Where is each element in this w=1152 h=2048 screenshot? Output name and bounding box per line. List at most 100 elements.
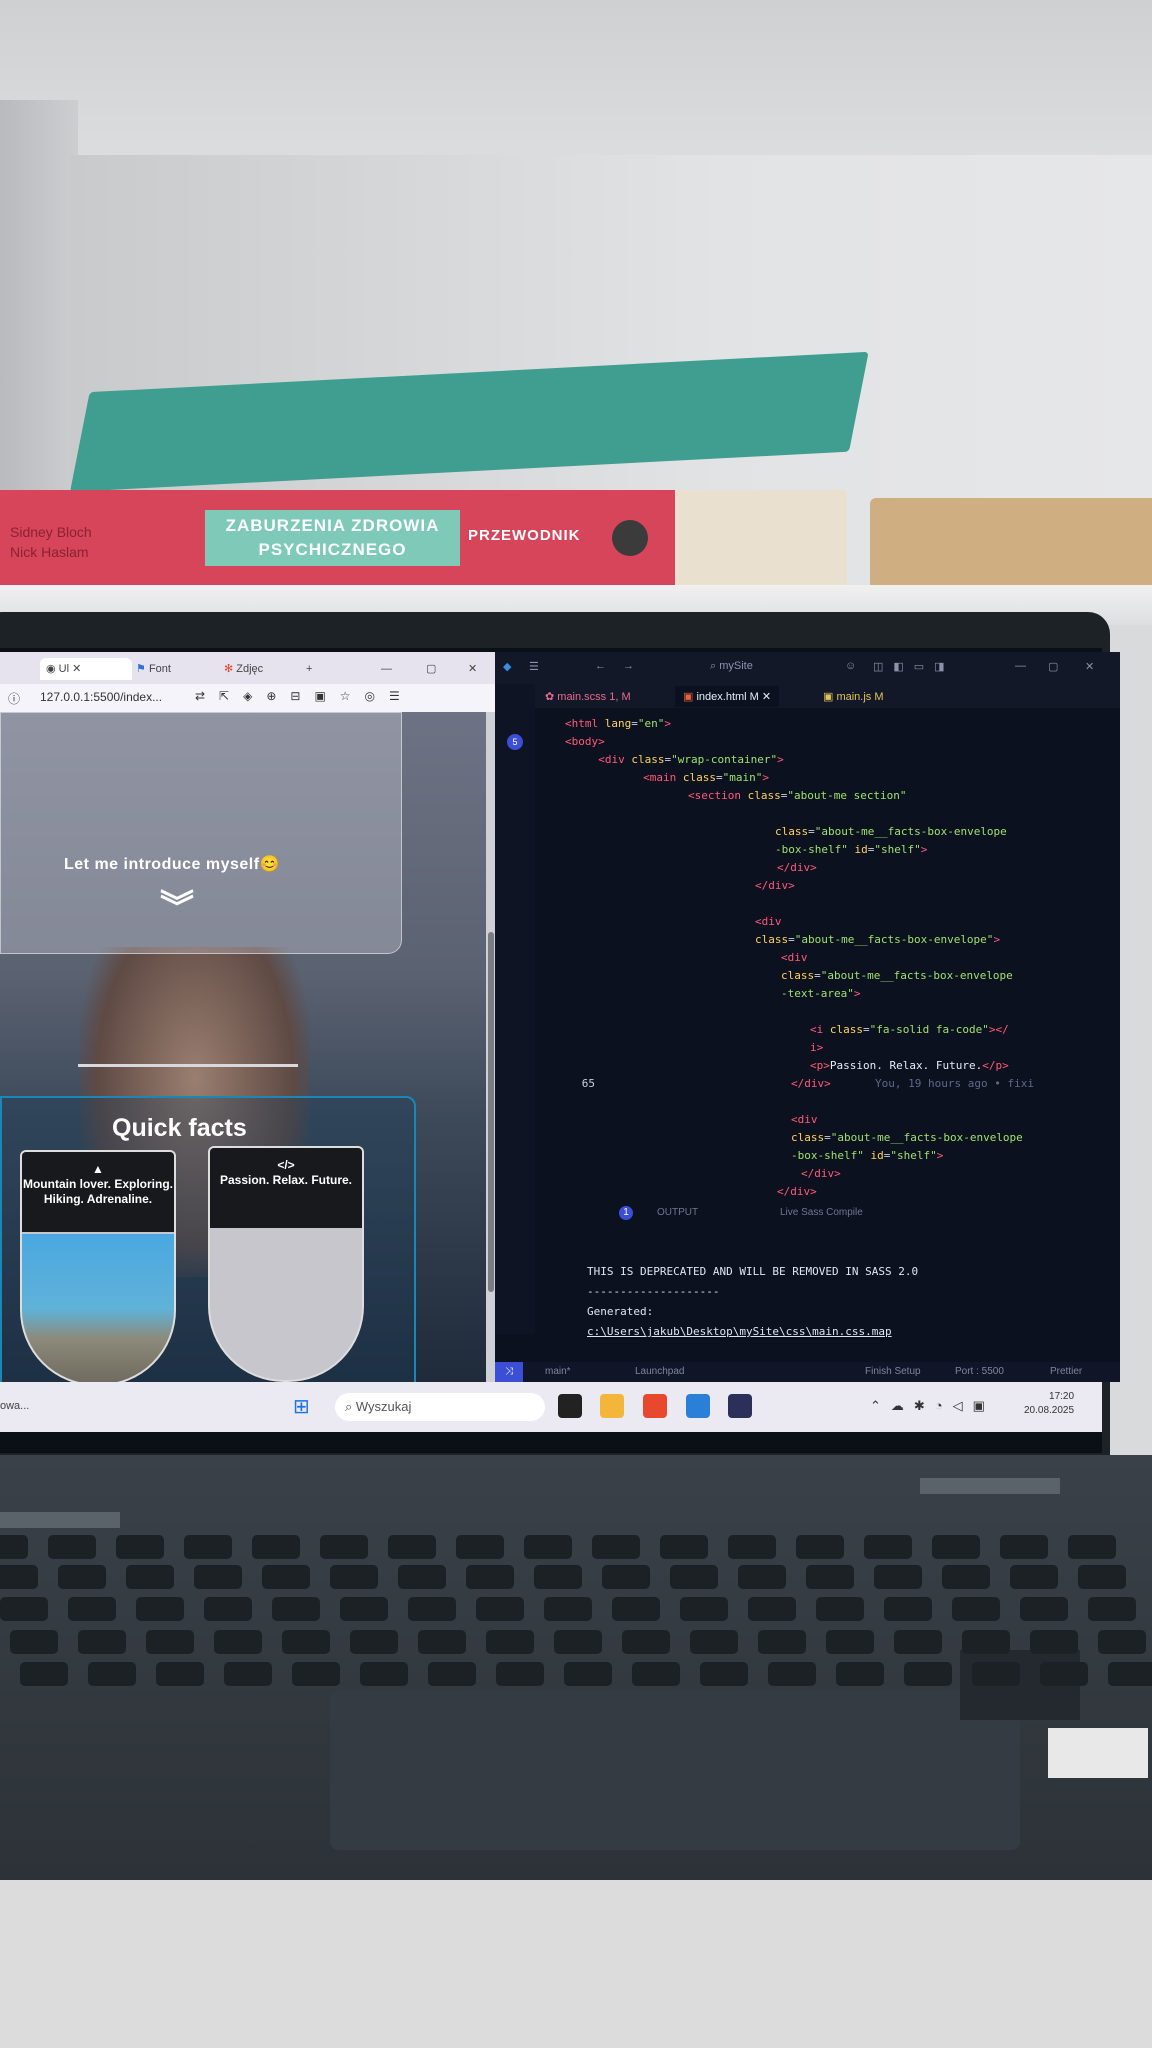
keyboard-key[interactable] bbox=[1068, 1535, 1116, 1559]
keyboard-key[interactable] bbox=[660, 1535, 708, 1559]
remote-icon[interactable]: ⤨ bbox=[495, 1362, 523, 1382]
keyboard-key[interactable] bbox=[214, 1630, 262, 1654]
minimize-button[interactable]: — bbox=[1015, 660, 1026, 672]
site-info-icon[interactable]: ⓘ bbox=[8, 690, 20, 707]
back-icon[interactable]: ← bbox=[595, 660, 606, 672]
keyboard-key[interactable] bbox=[826, 1630, 874, 1654]
keyboard-key[interactable] bbox=[262, 1565, 310, 1589]
keyboard-key[interactable] bbox=[1030, 1630, 1078, 1654]
keyboard-key[interactable] bbox=[418, 1630, 466, 1654]
live-server-port[interactable]: Port : 5500 bbox=[955, 1366, 1004, 1377]
brave-browser-icon[interactable] bbox=[643, 1394, 667, 1418]
launchpad-status[interactable]: Launchpad bbox=[635, 1366, 685, 1377]
keyboard-key[interactable] bbox=[1040, 1662, 1088, 1686]
keyboard-key[interactable] bbox=[204, 1597, 252, 1621]
keyboard-key[interactable] bbox=[894, 1630, 942, 1654]
keyboard-key[interactable] bbox=[156, 1662, 204, 1686]
keyboard-key[interactable] bbox=[0, 1565, 38, 1589]
keyboard-key[interactable] bbox=[1108, 1662, 1152, 1686]
menu-icon[interactable]: ☰ bbox=[529, 660, 539, 673]
editor-tab-js[interactable]: ▣ main.js M bbox=[823, 690, 884, 703]
keyboard-key[interactable] bbox=[738, 1565, 786, 1589]
keyboard-key[interactable] bbox=[282, 1630, 330, 1654]
keyboard-key[interactable] bbox=[874, 1565, 922, 1589]
keyboard-key[interactable] bbox=[758, 1630, 806, 1654]
scrollbar-thumb[interactable] bbox=[488, 932, 494, 1292]
keyboard-key[interactable] bbox=[10, 1630, 58, 1654]
keyboard-key[interactable] bbox=[554, 1630, 602, 1654]
code-editor[interactable]: <html lang="en"> <body> <div class="wrap-… bbox=[555, 712, 1085, 1232]
keyboard-key[interactable] bbox=[398, 1565, 446, 1589]
copilot-icon[interactable]: ☺ bbox=[845, 660, 856, 672]
keyboard-key[interactable] bbox=[612, 1597, 660, 1621]
keyboard-key[interactable] bbox=[476, 1597, 524, 1621]
keyboard-key[interactable] bbox=[884, 1597, 932, 1621]
output-tab[interactable]: OUTPUT bbox=[657, 1207, 698, 1218]
keyboard-key[interactable] bbox=[690, 1630, 738, 1654]
keyboard-key[interactable] bbox=[224, 1662, 272, 1686]
browser-tab-active[interactable]: ◉ Ul ✕ bbox=[40, 658, 132, 680]
prettier-status[interactable]: Prettier bbox=[1050, 1366, 1082, 1377]
keyboard-key[interactable] bbox=[942, 1565, 990, 1589]
keyboard-key[interactable] bbox=[320, 1535, 368, 1559]
close-button[interactable]: ✕ bbox=[1085, 660, 1094, 673]
output-source-select[interactable]: Live Sass Compile bbox=[780, 1207, 863, 1218]
keyboard-key[interactable] bbox=[252, 1535, 300, 1559]
keyboard-key[interactable] bbox=[88, 1662, 136, 1686]
forward-icon[interactable]: → bbox=[623, 660, 634, 672]
keyboard-key[interactable] bbox=[670, 1565, 718, 1589]
keyboard-key[interactable] bbox=[496, 1662, 544, 1686]
output-path-link[interactable]: c:\Users\jakub\Desktop\mySite\css\main.c… bbox=[587, 1322, 1067, 1342]
keyboard-key[interactable] bbox=[194, 1565, 242, 1589]
source-control-badge[interactable]: 5 bbox=[507, 734, 523, 750]
keyboard-key[interactable] bbox=[78, 1630, 126, 1654]
editor-tab-html[interactable]: ▣ index.html M ✕ bbox=[675, 686, 780, 707]
task-view-icon[interactable] bbox=[558, 1394, 582, 1418]
taskbar-clock[interactable]: 17:20 20.08.2025 bbox=[1024, 1390, 1074, 1418]
browser-tab-photos[interactable]: ✻ Zdjęc bbox=[218, 658, 310, 680]
keyboard-key[interactable] bbox=[932, 1535, 980, 1559]
system-tray-icons[interactable]: ⌃☁✱◔◁▣ bbox=[870, 1398, 995, 1414]
keyboard-key[interactable] bbox=[292, 1662, 340, 1686]
keyboard-key[interactable] bbox=[340, 1597, 388, 1621]
keyboard-key[interactable] bbox=[1010, 1565, 1058, 1589]
keyboard-key[interactable] bbox=[0, 1535, 28, 1559]
minimize-button[interactable]: — bbox=[375, 658, 398, 680]
keyboard-key[interactable] bbox=[146, 1630, 194, 1654]
keyboard-key[interactable] bbox=[700, 1662, 748, 1686]
editor-tab-scss[interactable]: ✿ main.scss 1, M bbox=[545, 690, 631, 703]
keyboard-key[interactable] bbox=[116, 1535, 164, 1559]
taskbar-search[interactable]: ⌕ Wyszukaj bbox=[335, 1393, 545, 1421]
keyboard-key[interactable] bbox=[272, 1597, 320, 1621]
keyboard-key[interactable] bbox=[952, 1597, 1000, 1621]
keyboard-key[interactable] bbox=[350, 1630, 398, 1654]
keyboard-key[interactable] bbox=[1088, 1597, 1136, 1621]
keyboard-key[interactable] bbox=[428, 1662, 476, 1686]
maximize-button[interactable]: ▢ bbox=[1048, 660, 1058, 673]
keyboard-key[interactable] bbox=[486, 1630, 534, 1654]
app-taskbar-icon[interactable] bbox=[728, 1394, 752, 1418]
keyboard-key[interactable] bbox=[48, 1535, 96, 1559]
keyboard-key[interactable] bbox=[58, 1565, 106, 1589]
keyboard-key[interactable] bbox=[728, 1535, 776, 1559]
keyboard-key[interactable] bbox=[408, 1597, 456, 1621]
file-explorer-icon[interactable] bbox=[600, 1394, 624, 1418]
keyboard-key[interactable] bbox=[972, 1662, 1020, 1686]
finish-setup-status[interactable]: Finish Setup bbox=[865, 1366, 921, 1377]
keyboard-key[interactable] bbox=[330, 1565, 378, 1589]
keyboard-key[interactable] bbox=[466, 1565, 514, 1589]
trackpad[interactable] bbox=[330, 1690, 1020, 1850]
keyboard-key[interactable] bbox=[806, 1565, 854, 1589]
keyboard-key[interactable] bbox=[1098, 1630, 1146, 1654]
url-text[interactable]: 127.0.0.1:5500/index... bbox=[40, 690, 162, 704]
keyboard-key[interactable] bbox=[768, 1662, 816, 1686]
address-bar[interactable]: ⓘ 127.0.0.1:5500/index... ⇄⇱◈⊕⊟▣☆◎☰ bbox=[0, 684, 495, 712]
keyboard-key[interactable] bbox=[632, 1662, 680, 1686]
problems-badge[interactable]: 1 bbox=[619, 1206, 633, 1220]
close-button[interactable]: ✕ bbox=[462, 658, 483, 680]
keyboard-key[interactable] bbox=[544, 1597, 592, 1621]
keyboard-key[interactable] bbox=[836, 1662, 884, 1686]
keyboard-key[interactable] bbox=[68, 1597, 116, 1621]
keyboard-key[interactable] bbox=[1020, 1597, 1068, 1621]
command-center[interactable]: ⌕ mySite bbox=[710, 660, 753, 673]
